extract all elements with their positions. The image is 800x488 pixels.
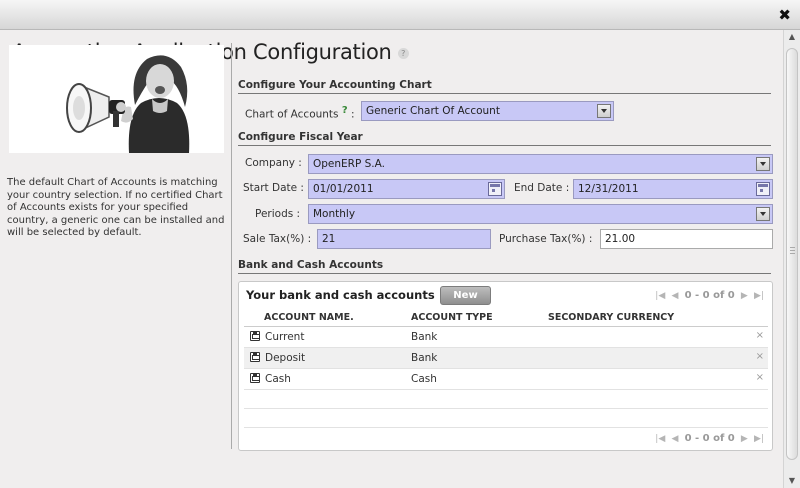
help-icon[interactable]: ? — [397, 47, 409, 59]
grid-title: Your bank and cash accounts — [246, 288, 435, 302]
vertical-scrollbar[interactable]: ▲ ▼ — [783, 30, 800, 488]
chart-of-accounts-label-text: Chart of Accounts — [245, 108, 339, 121]
delete-icon[interactable]: × — [756, 351, 764, 362]
megaphone-woman-image — [9, 45, 224, 153]
chart-of-accounts-label: Chart of Accounts ? : — [245, 105, 355, 121]
new-button[interactable]: New — [440, 286, 491, 305]
start-date-field[interactable]: 01/01/2011 — [308, 179, 505, 199]
purchase-tax-value: 21.00 — [605, 233, 636, 245]
account-type-cell: Bank — [411, 331, 438, 343]
sale-tax-value: 21 — [322, 233, 336, 245]
end-date-label: End Date : — [514, 182, 570, 194]
table-row[interactable]: Deposit Bank × — [244, 348, 768, 369]
pager-top: |◀ ◀ 0 - 0 of 0 ▶ ▶| — [652, 290, 764, 301]
periods-select[interactable]: Monthly — [308, 204, 773, 224]
grid-header: ACCOUNT NAME. ACCOUNT TYPE SECONDARY CUR… — [244, 310, 768, 327]
empty-row — [244, 390, 768, 409]
purchase-tax-label: Purchase Tax(%) : — [499, 233, 593, 245]
scroll-up-icon[interactable]: ▲ — [787, 32, 797, 42]
save-icon[interactable] — [250, 352, 260, 362]
scroll-thumb[interactable] — [786, 48, 798, 460]
chart-of-accounts-colon: : — [351, 108, 355, 121]
chevron-down-icon[interactable] — [756, 207, 770, 221]
account-name-cell: Deposit — [265, 352, 306, 364]
section-accounting-chart: Configure Your Accounting Chart — [238, 79, 771, 94]
account-type-cell: Bank — [411, 352, 438, 364]
scroll-grip-line — [790, 247, 795, 248]
chevron-down-icon[interactable] — [756, 157, 770, 171]
end-date-value: 12/31/2011 — [578, 183, 639, 195]
purchase-tax-field[interactable]: 21.00 — [600, 229, 773, 249]
last-page-icon[interactable]: ▶| — [754, 434, 764, 444]
section-bank-cash: Bank and Cash Accounts — [238, 259, 771, 274]
tooltip-icon[interactable]: ? — [342, 105, 348, 116]
delete-icon[interactable]: × — [756, 330, 764, 341]
calendar-icon[interactable] — [756, 182, 770, 196]
table-row[interactable]: Cash Cash × — [244, 369, 768, 390]
company-value: OpenERP S.A. — [313, 158, 385, 170]
col-account-type[interactable]: ACCOUNT TYPE — [411, 312, 493, 323]
chart-of-accounts-select[interactable]: Generic Chart Of Account — [361, 101, 614, 121]
end-date-field[interactable]: 12/31/2011 — [573, 179, 773, 199]
chevron-down-icon[interactable] — [597, 104, 611, 118]
pager-text: 0 - 0 of 0 — [684, 433, 735, 444]
periods-value: Monthly — [313, 208, 356, 220]
start-date-label: Start Date : — [243, 182, 304, 194]
empty-row — [244, 409, 768, 428]
prev-page-icon[interactable]: ◀ — [671, 434, 678, 444]
account-name-cell: Current — [265, 331, 305, 343]
sale-tax-label: Sale Tax(%) : — [243, 233, 312, 245]
delete-icon[interactable]: × — [756, 372, 764, 383]
next-page-icon[interactable]: ▶ — [741, 434, 748, 444]
sale-tax-field[interactable]: 21 — [317, 229, 491, 249]
scroll-grip-line — [790, 250, 795, 251]
next-page-icon[interactable]: ▶ — [741, 291, 748, 301]
save-icon[interactable] — [250, 373, 260, 383]
scroll-down-icon[interactable]: ▼ — [787, 476, 797, 486]
chart-of-accounts-value: Generic Chart Of Account — [366, 105, 500, 117]
first-page-icon[interactable]: |◀ — [655, 291, 665, 301]
chart-description: The default Chart of Accounts is matchin… — [7, 177, 225, 238]
scroll-grip-line — [790, 253, 795, 254]
last-page-icon[interactable]: ▶| — [754, 291, 764, 301]
pane-divider — [231, 43, 232, 449]
col-account-name[interactable]: ACCOUNT NAME. — [264, 312, 354, 323]
section-fiscal-year: Configure Fiscal Year — [238, 131, 771, 146]
pager-bottom: |◀ ◀ 0 - 0 of 0 ▶ ▶| — [652, 433, 764, 444]
calendar-icon[interactable] — [488, 182, 502, 196]
dialog-titlebar: ✖ — [0, 0, 800, 30]
col-secondary-currency[interactable]: SECONDARY CURRENCY — [548, 312, 674, 323]
first-page-icon[interactable]: |◀ — [655, 434, 665, 444]
start-date-value: 01/01/2011 — [313, 183, 374, 195]
left-pane: The default Chart of Accounts is matchin… — [0, 43, 231, 458]
account-name-cell: Cash — [265, 373, 291, 385]
account-type-cell: Cash — [411, 373, 437, 385]
company-select[interactable]: OpenERP S.A. — [308, 154, 773, 174]
close-icon[interactable]: ✖ — [778, 6, 791, 24]
periods-label: Periods : — [255, 208, 301, 220]
bank-accounts-grid: Your bank and cash accounts New |◀ ◀ 0 -… — [238, 281, 773, 451]
save-icon[interactable] — [250, 331, 260, 341]
prev-page-icon[interactable]: ◀ — [671, 291, 678, 301]
company-label: Company : — [245, 157, 302, 169]
pager-text: 0 - 0 of 0 — [684, 290, 735, 301]
table-row[interactable]: Current Bank × — [244, 327, 768, 348]
